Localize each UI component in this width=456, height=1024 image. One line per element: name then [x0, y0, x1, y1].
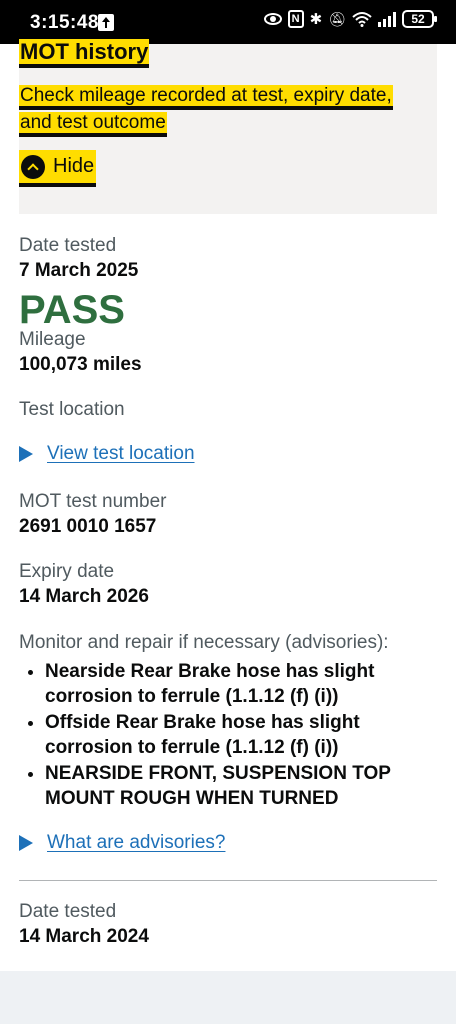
mot-test-list: Date tested 7 March 2025 PASS Mileage 10…: [19, 234, 437, 950]
test-location-label: Test location: [19, 399, 125, 420]
bottom-navigation-bar: [0, 971, 456, 1024]
date-tested-value: 14 March 2024: [19, 926, 149, 947]
wifi-icon: [352, 12, 372, 27]
mot-history-title: MOT history: [19, 38, 150, 66]
advisory-item: Offside Rear Brake hose has slight corro…: [45, 710, 437, 760]
status-time: 3:15:48: [30, 12, 99, 33]
view-test-location-toggle[interactable]: View test location: [19, 443, 437, 465]
mileage-value: 100,073 miles: [19, 354, 142, 375]
triangle-right-icon: [19, 835, 33, 851]
mot-test-number-value: 2691 0010 1657: [19, 516, 157, 537]
bell-muted-icon: 🔕︎: [328, 10, 346, 27]
view-test-location-link[interactable]: View test location: [47, 443, 195, 465]
bluetooth-icon: ✱: [309, 11, 323, 28]
signal-icon: [378, 11, 396, 27]
expiry-date-label: Expiry date: [19, 561, 115, 582]
mot-history-description: Check mileage recorded at test, expiry d…: [19, 82, 419, 136]
nfc-icon: N: [287, 10, 304, 28]
what-are-advisories-link[interactable]: What are advisories?: [47, 832, 225, 854]
triangle-right-icon: [19, 446, 33, 462]
hide-toggle-button[interactable]: Hide: [19, 150, 97, 183]
expiry-date-value: 14 March 2026: [19, 586, 149, 607]
hide-toggle-label: Hide: [53, 155, 95, 177]
advisory-item: NEARSIDE FRONT, SUSPENSION TOP MOUNT ROU…: [45, 761, 437, 811]
upload-icon: [98, 14, 114, 31]
date-tested-label: Date tested: [19, 901, 117, 922]
what-are-advisories-toggle[interactable]: What are advisories?: [19, 832, 437, 854]
mileage-label: Mileage: [19, 329, 86, 350]
eye-icon: [263, 13, 282, 25]
date-tested-value: 7 March 2025: [19, 260, 139, 281]
mot-history-description-text: Check mileage recorded at test, expiry d…: [19, 85, 393, 133]
status-icons: N ✱ 🔕︎ 52: [263, 10, 437, 28]
battery-icon: 52: [402, 10, 437, 28]
advisory-item: Nearside Rear Brake hose has slight corr…: [45, 659, 437, 709]
mot-test-number-label: MOT test number: [19, 491, 167, 512]
chevron-up-icon: [21, 154, 45, 179]
test-result-badge: PASS: [19, 288, 125, 332]
advisories-list: Nearside Rear Brake hose has slight corr…: [19, 659, 437, 811]
date-tested-label: Date tested: [19, 235, 117, 256]
mot-history-title-text: MOT history: [19, 39, 150, 64]
mot-test-2024: Date tested 14 March 2024: [19, 900, 437, 950]
mot-test-2025: Date tested 7 March 2025 PASS Mileage 10…: [19, 234, 437, 854]
section-divider: [19, 880, 437, 881]
mot-history-panel: MOT history Check mileage recorded at te…: [19, 39, 437, 214]
advisories-label: Monitor and repair if necessary (advisor…: [19, 632, 389, 653]
